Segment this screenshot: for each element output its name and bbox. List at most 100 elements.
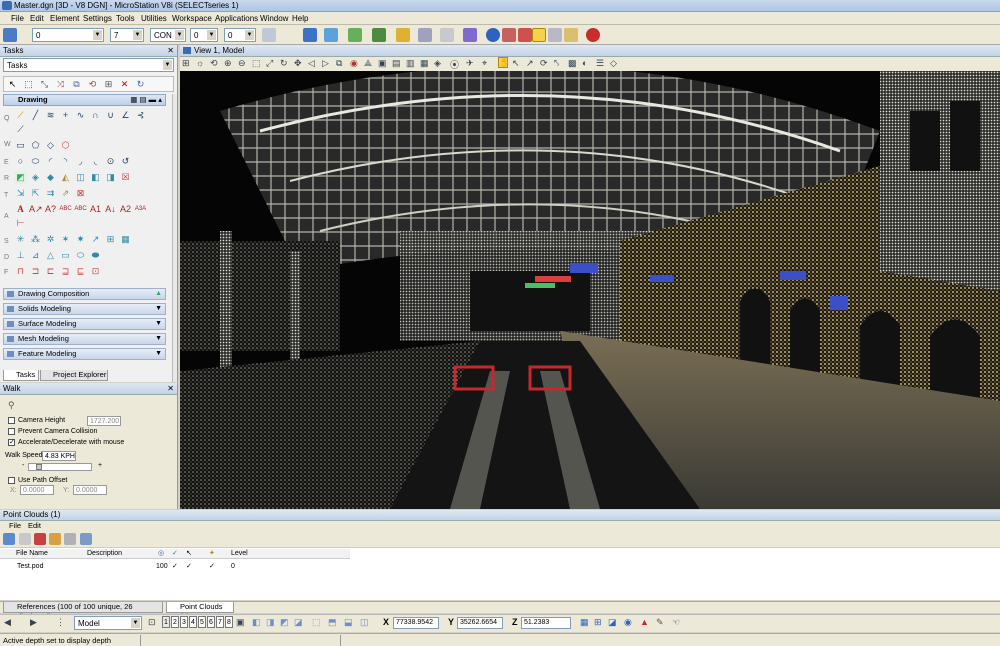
pen-icon[interactable]	[518, 28, 532, 42]
x-coordinate-field[interactable]: 77338.9542	[393, 617, 439, 629]
place-shape-icon[interactable]: ⬠	[29, 139, 42, 152]
look-icon[interactable]: ↗	[526, 58, 534, 69]
place-stream-icon[interactable]: ∿	[74, 109, 87, 122]
delete-icon[interactable]: ✕	[118, 78, 131, 91]
modify-arc-angle-icon[interactable]: ↺	[119, 155, 132, 168]
fillet-icon[interactable]: ◩	[14, 171, 27, 184]
level-manager-icon[interactable]	[3, 28, 17, 42]
section-drawing-composition[interactable]: Drawing Composition ▲	[3, 288, 166, 300]
view-2-button[interactable]: 2	[171, 616, 179, 628]
display-text-attributes-icon[interactable]: A?	[44, 203, 57, 216]
saved-views-icon[interactable]	[440, 28, 454, 42]
grid-lock-icon[interactable]: ▦	[580, 617, 589, 628]
view-4-button[interactable]: 4	[189, 616, 197, 628]
change-view-perspective-icon[interactable]: ⟁	[364, 58, 372, 69]
row-density[interactable]: 100	[156, 561, 168, 572]
fly-through-icon[interactable]: ✈	[466, 58, 474, 69]
pan-view-icon[interactable]: ✥	[294, 58, 302, 69]
walk-tool-icon[interactable]: ✋	[498, 57, 509, 68]
attach-point-cloud-icon[interactable]	[3, 533, 15, 545]
break-icon[interactable]: ◫	[74, 171, 87, 184]
priority-icon[interactable]	[262, 28, 276, 42]
snap-icon[interactable]: ◉	[624, 617, 632, 628]
accudraw-icon[interactable]: ◪	[608, 617, 617, 628]
place-quarter-ellipse-icon[interactable]: ◞	[74, 155, 87, 168]
fit-view-icon[interactable]: ⤢	[266, 58, 273, 69]
view-previous-icon[interactable]: ◁	[308, 58, 315, 69]
menu-help[interactable]: Help	[292, 14, 308, 23]
chamfer-icon[interactable]: ◈	[29, 171, 42, 184]
place-circle-icon[interactable]: ○	[14, 155, 27, 168]
table-row[interactable]: Test.pod 100 ✓ ✓ ✓ 0	[0, 561, 350, 572]
view-8-button[interactable]: 8	[225, 616, 233, 628]
walk-speed-slider[interactable]	[28, 463, 92, 471]
menu-tools[interactable]: Tools	[116, 14, 135, 23]
place-point-icon[interactable]: +	[59, 109, 72, 122]
place-ellipse-icon[interactable]: ⬭	[29, 155, 42, 168]
front-view-icon[interactable]: ◨	[266, 617, 275, 628]
delete-vertex-icon[interactable]: ◨	[104, 171, 117, 184]
raster-icon[interactable]	[396, 28, 410, 42]
move-icon[interactable]: ⤨	[54, 78, 67, 91]
pattern-area-icon[interactable]: ✲	[44, 233, 57, 246]
view-cube-icon[interactable]: ⬚	[312, 617, 321, 628]
tasks-icon[interactable]	[418, 28, 432, 42]
place-fence-icon[interactable]: ⬚	[22, 78, 35, 91]
scale-element-icon[interactable]: ⇗	[59, 187, 72, 200]
extract-icon[interactable]: ⊓	[14, 265, 27, 278]
dimension-element-icon[interactable]: ⊢	[14, 217, 27, 230]
close-icon[interactable]: ✕	[167, 383, 174, 394]
clip-volume-icon[interactable]: ▣	[378, 58, 387, 69]
render-icon[interactable]: ◈	[434, 58, 441, 69]
place-bspline-icon[interactable]: ∪	[104, 109, 117, 122]
select-cell-icon[interactable]: △	[44, 249, 57, 262]
camera-height-field[interactable]: 1727.200	[87, 416, 121, 426]
view-3-button[interactable]: 3	[180, 616, 188, 628]
display-column-icon[interactable]: ✓	[172, 549, 178, 559]
slider-thumb[interactable]	[36, 464, 42, 470]
cell-icon[interactable]: ⊥	[14, 249, 27, 262]
section-surface-modeling[interactable]: Surface Modeling ▼	[3, 318, 166, 330]
delete-pattern-icon[interactable]: ✷	[74, 233, 87, 246]
copy-view-icon[interactable]: ⧉	[336, 58, 342, 69]
fence-stretch-icon[interactable]: ⊏	[44, 265, 57, 278]
spell-check-icon[interactable]: ABC	[59, 203, 72, 216]
properties-icon[interactable]	[64, 533, 76, 545]
orbit-icon[interactable]: ⟳	[540, 58, 548, 69]
pc-menu-edit[interactable]: Edit	[28, 521, 41, 531]
active-depth-icon[interactable]: ▦	[420, 58, 429, 69]
show-pattern-attributes-icon[interactable]: ↗	[89, 233, 102, 246]
active-level-combo[interactable]: 0 ▼	[32, 28, 104, 42]
modify-arc-icon[interactable]: ◟	[89, 155, 102, 168]
view-next-icon[interactable]: ▷	[322, 58, 329, 69]
pc-menu-file[interactable]: File	[9, 521, 21, 531]
camera-icon[interactable]: ◉	[350, 58, 358, 69]
top-view-icon[interactable]: ◧	[252, 617, 261, 628]
tab-tasks[interactable]: Tasks	[3, 370, 39, 381]
delete-icon[interactable]	[34, 533, 46, 545]
place-multiline-icon[interactable]: ≋	[44, 109, 57, 122]
task-dropdown[interactable]: Tasks ▼	[3, 58, 174, 72]
drawing-section-header[interactable]: Drawing ▦ ▤ ▬ ▴	[3, 94, 166, 106]
detach-icon[interactable]	[19, 533, 31, 545]
rotate-icon[interactable]: ↻	[134, 78, 147, 91]
print-icon[interactable]	[548, 28, 562, 42]
models-icon[interactable]	[348, 28, 362, 42]
view-flip-icon[interactable]: ⬒	[328, 617, 337, 628]
primary-tools-icon[interactable]	[303, 28, 317, 42]
y-offset-field[interactable]: 0.0000	[73, 485, 107, 495]
place-curve-icon[interactable]: ∩	[89, 109, 102, 122]
column-level[interactable]: Level	[231, 549, 248, 559]
place-orthogonal-shape-icon[interactable]: ◇	[44, 139, 57, 152]
view-5-button[interactable]: 5	[198, 616, 206, 628]
view-1-model-viewport[interactable]	[180, 71, 1000, 509]
right-view-icon[interactable]: ◩	[280, 617, 289, 628]
hatch-area-icon[interactable]: ✳	[14, 233, 27, 246]
forward-icon[interactable]: ▶	[30, 617, 37, 628]
place-half-ellipse-icon[interactable]: ◝	[59, 155, 72, 168]
active-transparency-combo[interactable]: 0 ▼	[224, 28, 256, 42]
view-1-button[interactable]: 1	[162, 616, 170, 628]
row-display-check[interactable]: ✓	[172, 561, 178, 572]
highlight-icon[interactable]	[532, 28, 546, 42]
close-icon[interactable]: ✕	[167, 45, 174, 56]
